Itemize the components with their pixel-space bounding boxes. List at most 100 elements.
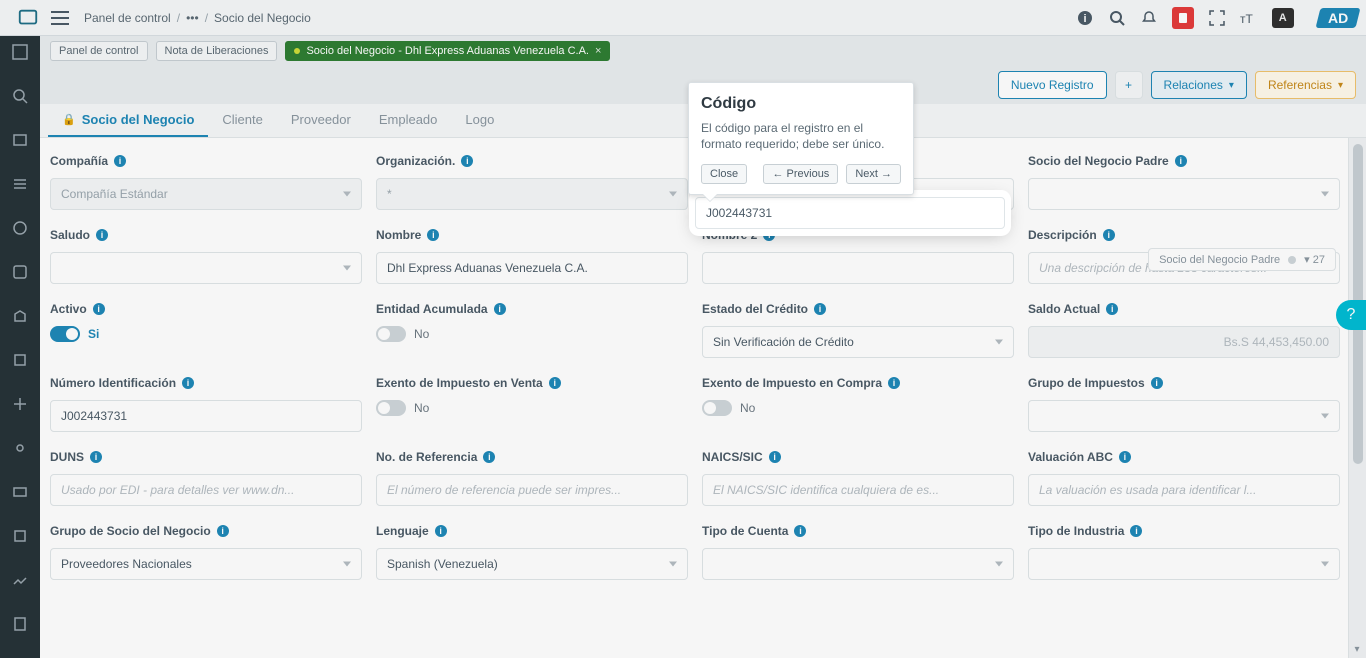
help-icon[interactable]: i (90, 451, 102, 463)
activo-toggle[interactable] (50, 326, 80, 342)
gruposocio-select[interactable]: Proveedores Nacionales (50, 548, 362, 580)
label-grupoimp: Grupo de Impuestos (1028, 376, 1145, 390)
popover-close-button[interactable]: Close (701, 164, 747, 184)
codigo-input-highlighted[interactable] (695, 197, 1005, 229)
excompra-toggle[interactable] (702, 400, 732, 416)
entidad-toggle[interactable] (376, 326, 406, 342)
vertical-scrollbar[interactable]: ▾ (1348, 138, 1366, 658)
help-icon[interactable]: i (1151, 377, 1163, 389)
compania-select[interactable]: Compañía Estándar (50, 178, 362, 210)
help-fab[interactable]: ? (1336, 300, 1366, 330)
tab-bpartner[interactable]: 🔒Socio del Negocio (48, 104, 208, 137)
help-icon[interactable]: i (888, 377, 900, 389)
exventa-toggle[interactable] (376, 400, 406, 416)
help-icon[interactable]: i (114, 155, 126, 167)
sidebar-item-3[interactable] (8, 128, 32, 152)
label-credito: Estado del Crédito (702, 302, 808, 316)
close-icon[interactable]: × (595, 45, 601, 57)
naics-input[interactable] (702, 474, 1014, 506)
sidebar-search-icon[interactable] (8, 84, 32, 108)
help-icon[interactable]: i (1130, 525, 1142, 537)
label-nombre: Nombre (376, 228, 421, 242)
sidebar-item-1[interactable] (8, 40, 32, 64)
duns-input[interactable] (50, 474, 362, 506)
organizacion-select[interactable]: * (376, 178, 688, 210)
help-icon[interactable]: i (182, 377, 194, 389)
valuacion-input[interactable] (1028, 474, 1340, 506)
window-tab-bpartner[interactable]: Socio del Negocio - Dhl Express Aduanas … (285, 41, 610, 61)
help-icon[interactable]: i (814, 303, 826, 315)
tipocuenta-select[interactable] (702, 548, 1014, 580)
sidebar-item-9[interactable] (8, 392, 32, 416)
label-lenguaje: Lenguaje (376, 524, 429, 538)
sidebar-item-14[interactable] (8, 612, 32, 636)
codigo-highlight (695, 196, 1005, 230)
alert-badge[interactable] (1172, 7, 1194, 29)
sidebar-item-13[interactable] (8, 568, 32, 592)
tab-proveedor[interactable]: Proveedor (277, 104, 365, 137)
brand-icon (8, 0, 48, 36)
fullscreen-icon[interactable] (1208, 9, 1226, 27)
popover-next-button[interactable]: Next → (846, 164, 901, 184)
new-record-button[interactable]: Nuevo Registro (998, 71, 1107, 99)
help-icon[interactable]: i (96, 229, 108, 241)
info-icon[interactable]: i (1076, 9, 1094, 27)
breadcrumb-root[interactable]: Panel de control (84, 11, 171, 25)
textsize-icon[interactable]: тT (1240, 9, 1258, 27)
grupoimp-select[interactable] (1028, 400, 1340, 432)
parent-summary-pill[interactable]: Socio del Negocio Padre▾ 27 (1148, 248, 1336, 271)
sidebar-item-6[interactable] (8, 260, 32, 284)
numid-input[interactable] (50, 400, 362, 432)
tab-cliente[interactable]: Cliente (208, 104, 276, 137)
help-icon[interactable]: i (794, 525, 806, 537)
references-button[interactable]: Referencias▾ (1255, 71, 1356, 99)
help-icon[interactable]: i (461, 155, 473, 167)
help-icon[interactable]: i (217, 525, 229, 537)
menu-toggle-icon[interactable] (48, 6, 72, 30)
sidebar-item-11[interactable] (8, 480, 32, 504)
window-tab-releases[interactable]: Nota de Liberaciones (156, 41, 278, 61)
chevron-down-icon: ▾ (1229, 80, 1234, 91)
sidebar-item-10[interactable] (8, 436, 32, 460)
relations-button[interactable]: Relaciones▾ (1151, 71, 1247, 99)
bell-icon[interactable] (1140, 9, 1158, 27)
help-icon[interactable]: i (93, 303, 105, 315)
help-icon[interactable]: i (483, 451, 495, 463)
breadcrumb: Panel de control / ••• / Socio del Negoc… (84, 11, 311, 25)
new-record-plus-button[interactable]: + (1115, 71, 1143, 99)
nombre-input[interactable] (376, 252, 688, 284)
help-icon[interactable]: i (1119, 451, 1131, 463)
help-icon[interactable]: i (427, 229, 439, 241)
sidebar-item-12[interactable] (8, 524, 32, 548)
lenguaje-select[interactable]: Spanish (Venezuela) (376, 548, 688, 580)
help-icon[interactable]: i (769, 451, 781, 463)
help-icon[interactable]: i (1103, 229, 1115, 241)
noref-input[interactable] (376, 474, 688, 506)
window-tab-dashboard[interactable]: Panel de control (50, 41, 148, 61)
tab-logo[interactable]: Logo (451, 104, 508, 137)
breadcrumb-dots[interactable]: ••• (186, 11, 199, 25)
tipoind-select[interactable] (1028, 548, 1340, 580)
sidebar-item-7[interactable] (8, 304, 32, 328)
sidebar-item-4[interactable] (8, 172, 32, 196)
saludo-select[interactable] (50, 252, 362, 284)
window-tabstrip: Panel de control Nota de Liberaciones So… (40, 36, 1366, 66)
popover-prev-button[interactable]: ← Previous (763, 164, 838, 184)
credito-select[interactable]: Sin Verificación de Crédito (702, 326, 1014, 358)
help-icon[interactable]: i (763, 229, 775, 241)
tab-empleado[interactable]: Empleado (365, 104, 452, 137)
form-scroll[interactable]: Compañíai Compañía Estándar Organización… (40, 138, 1348, 658)
help-icon[interactable]: i (1175, 155, 1187, 167)
help-icon[interactable]: i (549, 377, 561, 389)
help-icon[interactable]: i (435, 525, 447, 537)
language-badge[interactable]: A (1272, 8, 1294, 28)
nombre2-input[interactable] (702, 252, 1014, 284)
sociopadre-select[interactable] (1028, 178, 1340, 210)
help-icon[interactable]: i (494, 303, 506, 315)
label-tipoind: Tipo de Industria (1028, 524, 1124, 538)
help-icon[interactable]: i (1106, 303, 1118, 315)
scroll-down-icon[interactable]: ▾ (1351, 644, 1363, 656)
sidebar-item-5[interactable] (8, 216, 32, 240)
search-icon[interactable] (1108, 9, 1126, 27)
sidebar-item-8[interactable] (8, 348, 32, 372)
